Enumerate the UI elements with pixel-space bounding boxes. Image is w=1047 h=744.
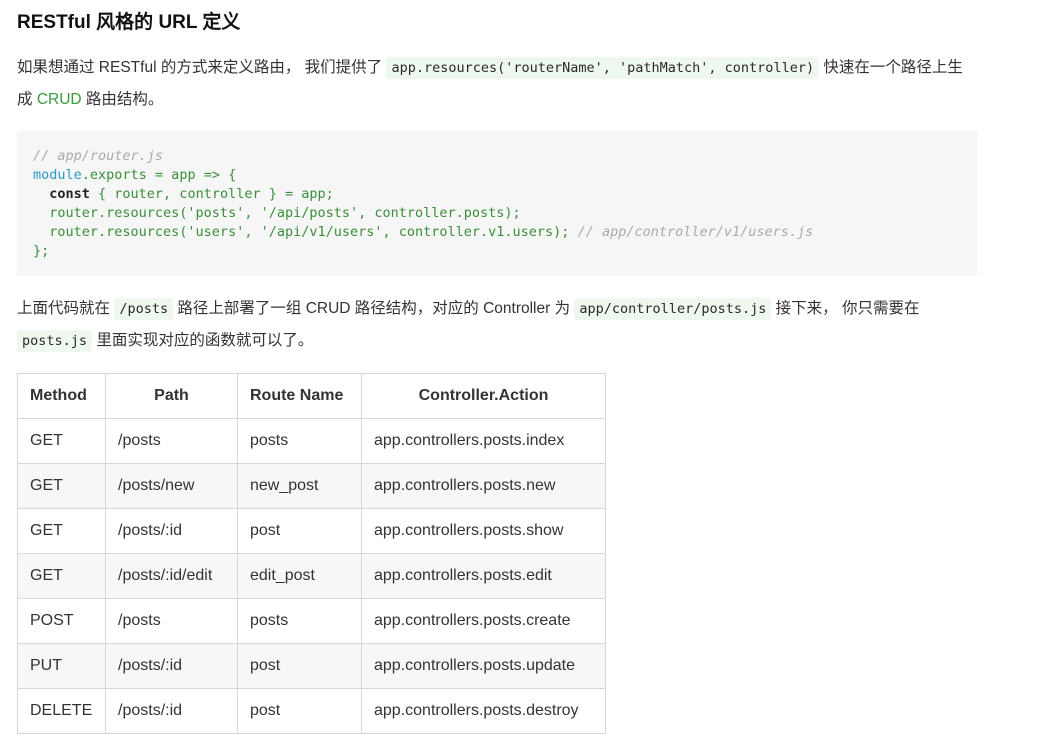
- doc-page: RESTful 风格的 URL 定义 如果想通过 RESTful 的方式来定义路…: [0, 0, 1047, 744]
- table-row: GET /posts/:id post app.controllers.post…: [17, 508, 606, 554]
- code-line-3: { router, controller } = app;: [89, 186, 334, 202]
- cell-route-name: new_post: [237, 463, 362, 509]
- header-controller-action: Controller.Action: [361, 373, 606, 419]
- cell-controller-action: app.controllers.posts.show: [361, 508, 606, 554]
- code-keyword-module: module: [33, 167, 82, 183]
- intro-paragraph: 如果想通过 RESTful 的方式来定义路由， 我们提供了 app.resour…: [17, 52, 977, 116]
- cell-method: DELETE: [17, 688, 106, 734]
- cell-route-name: post: [237, 508, 362, 554]
- inline-code-resources: app.resources('routerName', 'pathMatch',…: [386, 57, 820, 79]
- header-route-name: Route Name: [237, 373, 362, 419]
- cell-path: /posts/:id: [105, 688, 238, 734]
- header-method: Method: [17, 373, 106, 419]
- code-line-5: router.resources('users', '/api/v1/users…: [33, 224, 570, 240]
- code-comment-line: // app/router.js: [33, 148, 164, 164]
- header-path: Path: [105, 373, 238, 419]
- cell-route-name: edit_post: [237, 553, 362, 599]
- intro-text-a: 如果想通过 RESTful 的方式来定义路由， 我们提供了: [17, 59, 387, 76]
- table-row: POST /posts posts app.controllers.posts.…: [17, 598, 606, 644]
- cell-path: /posts/:id: [105, 643, 238, 689]
- section-title: RESTful 风格的 URL 定义: [17, 12, 241, 33]
- cell-controller-action: app.controllers.posts.create: [361, 598, 606, 644]
- code-line-4: router.resources('posts', '/api/posts', …: [33, 205, 521, 221]
- table-row: PUT /posts/:id post app.controllers.post…: [17, 643, 606, 689]
- cell-method: GET: [17, 418, 106, 464]
- table-row: DELETE /posts/:id post app.controllers.p…: [17, 688, 606, 734]
- cell-path: /posts/:id: [105, 508, 238, 554]
- table-row: GET /posts/:id/edit edit_post app.contro…: [17, 553, 606, 599]
- code-block: // app/router.js module.exports = app =>…: [17, 131, 977, 276]
- table-header-row: Method Path Route Name Controller.Action: [17, 373, 606, 419]
- code-line-6: };: [33, 243, 50, 259]
- cell-path: /posts: [105, 598, 238, 644]
- table-row: GET /posts posts app.controllers.posts.i…: [17, 418, 606, 464]
- inline-code-controller-path: app/controller/posts.js: [574, 298, 772, 320]
- inline-code-posts-js: posts.js: [17, 330, 93, 352]
- inline-code-posts-path: /posts: [114, 298, 174, 320]
- cell-controller-action: app.controllers.posts.destroy: [361, 688, 606, 734]
- cell-path: /posts/new: [105, 463, 238, 509]
- table-row: GET /posts/new new_post app.controllers.…: [17, 463, 606, 509]
- crud-link[interactable]: CRUD: [37, 91, 82, 108]
- cell-method: POST: [17, 598, 106, 644]
- routes-table: Method Path Route Name Controller.Action…: [17, 373, 606, 734]
- cell-controller-action: app.controllers.posts.new: [361, 463, 606, 509]
- cell-route-name: post: [237, 643, 362, 689]
- explain-text-b: 路径上部署了一组 CRUD 路径结构，对应的 Controller 为: [173, 300, 575, 317]
- cell-method: GET: [17, 463, 106, 509]
- cell-method: PUT: [17, 643, 106, 689]
- code-keyword-const: const: [33, 186, 90, 202]
- explain-paragraph: 上面代码就在 /posts 路径上部署了一组 CRUD 路径结构，对应的 Con…: [17, 293, 977, 357]
- cell-path: /posts: [105, 418, 238, 464]
- cell-method: GET: [17, 508, 106, 554]
- code-line-5-comment: // app/controller/v1/users.js: [569, 224, 814, 240]
- intro-text-c: 路由结构。: [81, 91, 164, 108]
- explain-text-a: 上面代码就在: [17, 300, 115, 317]
- cell-controller-action: app.controllers.posts.update: [361, 643, 606, 689]
- code-line-2: .exports = app => {: [81, 167, 237, 183]
- cell-path: /posts/:id/edit: [105, 553, 238, 599]
- explain-text-c: 接下来， 你只需要在: [771, 300, 920, 317]
- cell-route-name: post: [237, 688, 362, 734]
- cell-method: GET: [17, 553, 106, 599]
- explain-text-d: 里面实现对应的函数就可以了。: [92, 332, 314, 349]
- cell-route-name: posts: [237, 598, 362, 644]
- cell-route-name: posts: [237, 418, 362, 464]
- cell-controller-action: app.controllers.posts.index: [361, 418, 606, 464]
- cell-controller-action: app.controllers.posts.edit: [361, 553, 606, 599]
